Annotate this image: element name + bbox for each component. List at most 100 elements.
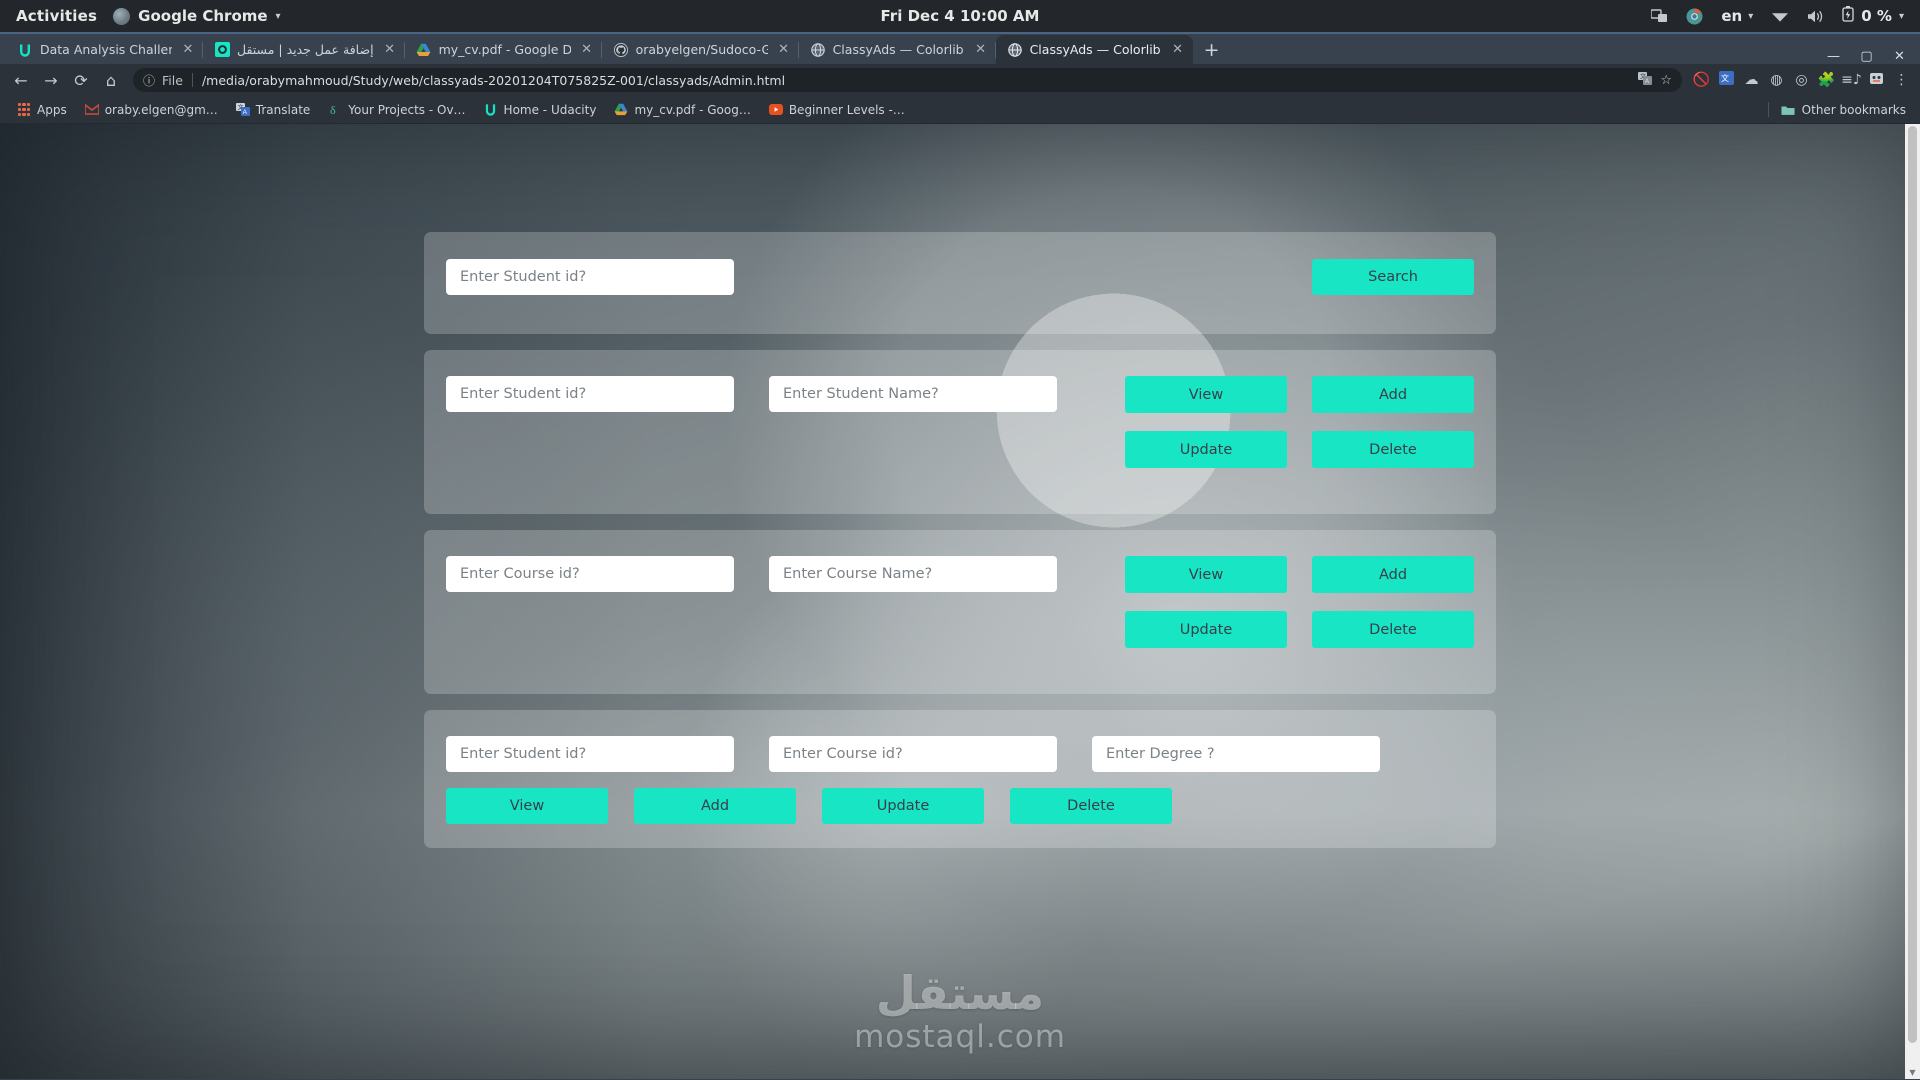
chevron-down-icon: ▾ (275, 10, 281, 22)
bookmark-your-projects[interactable]: δ Your Projects - Ov… (319, 103, 474, 117)
close-icon[interactable]: ✕ (580, 42, 594, 57)
student-crud-panel: View Add Update Delete (424, 350, 1496, 514)
enrollment-view-button[interactable]: View (446, 788, 608, 824)
activities-button[interactable]: Activities (0, 7, 113, 25)
bookmark-label: Apps (37, 102, 67, 117)
browser-tab[interactable]: my_cv.pdf - Google Drive ✕ (405, 35, 602, 64)
student-action-buttons: View Add Update Delete (1125, 376, 1474, 468)
puzzle-extensions-icon[interactable]: 🧩 (1814, 72, 1839, 88)
bookmark-gmail[interactable]: oraby.elgen@gm… (76, 103, 227, 117)
maximize-button[interactable]: ▢ (1850, 49, 1883, 64)
browser-tab[interactable]: Data Analysis Challenger - Uda ✕ (6, 35, 203, 64)
scrollbar-thumb[interactable] (1908, 126, 1917, 1043)
minimize-button[interactable]: — (1817, 49, 1850, 64)
app-menu-button[interactable]: Google Chrome ▾ (113, 7, 281, 25)
enrollment-student-id-input[interactable] (446, 736, 734, 772)
bookmark-label: Your Projects - Ov… (348, 102, 466, 117)
student-id-search-input[interactable] (446, 259, 734, 295)
student-add-button[interactable]: Add (1312, 376, 1474, 413)
udacity-icon (484, 103, 498, 117)
google-drive-icon (416, 42, 432, 58)
close-icon[interactable]: ✕ (181, 42, 195, 57)
student-update-button[interactable]: Update (1125, 431, 1287, 468)
url-scheme-label: File (162, 72, 183, 88)
course-delete-button[interactable]: Delete (1312, 611, 1474, 648)
bookmarks-bar: Apps oraby.elgen@gm… 文A Translate δ Your… (0, 96, 1920, 124)
close-icon[interactable]: ✕ (1171, 42, 1185, 57)
browser-tab[interactable]: إضافة عمل جديد | مستقل ✕ (203, 35, 405, 64)
close-window-button[interactable]: ✕ (1883, 49, 1916, 64)
student-delete-button[interactable]: Delete (1312, 431, 1474, 468)
star-icon[interactable]: ☆ (1660, 73, 1672, 88)
bookmark-label: Beginner Levels -… (788, 102, 905, 117)
course-crud-panel: View Add Update Delete (424, 530, 1496, 694)
translate-icon[interactable]: 文A (1638, 71, 1653, 89)
profile-avatar-icon[interactable] (1864, 70, 1889, 90)
gnome-top-bar: Activities Google Chrome ▾ Fri Dec 4 10:… (0, 0, 1920, 34)
screen-share-icon[interactable] (1651, 8, 1668, 24)
bookmark-translate[interactable]: 文A Translate (227, 103, 320, 117)
course-name-input[interactable] (769, 556, 1057, 592)
chrome-tray-icon[interactable] (1686, 8, 1703, 25)
close-icon[interactable]: ✕ (777, 42, 791, 57)
google-drive-icon (614, 103, 628, 117)
bookmark-udacity[interactable]: Home - Udacity (475, 103, 606, 117)
other-bookmarks-button[interactable]: Other bookmarks (1767, 102, 1912, 117)
course-id-input[interactable] (446, 556, 734, 592)
close-icon[interactable]: ✕ (383, 42, 397, 57)
browser-tab-active[interactable]: ClassyAds — Colorlib Website ✕ (995, 35, 1193, 64)
browser-tab[interactable]: ClassyAds — Colorlib Website ✕ (799, 35, 996, 64)
svg-text:δ: δ (330, 103, 336, 116)
enrollment-update-button[interactable]: Update (822, 788, 984, 824)
bookmark-label: oraby.elgen@gm… (104, 102, 218, 117)
arrow-back-icon[interactable]: ← (6, 71, 36, 90)
bookmark-my-cv[interactable]: my_cv.pdf - Goog… (605, 103, 759, 117)
course-view-button[interactable]: View (1125, 556, 1287, 593)
browser-tab[interactable]: orabyelgen/Sudoco-Game ✕ (602, 35, 799, 64)
close-icon[interactable]: ✕ (974, 42, 988, 57)
globe-icon (810, 42, 826, 58)
student-id-input[interactable] (446, 376, 734, 412)
language-indicator[interactable]: en ▾ (1721, 7, 1753, 25)
battery-icon (1842, 6, 1854, 26)
address-bar[interactable]: ⓘ File /media/orabymahmoud/Study/web/cla… (133, 68, 1682, 92)
grammarly-icon[interactable]: ◍ (1764, 72, 1789, 88)
volume-icon[interactable] (1807, 9, 1824, 24)
reading-list-icon[interactable]: ≡♪ (1839, 72, 1864, 88)
enrollment-degree-input[interactable] (1092, 736, 1380, 772)
enrollment-add-button[interactable]: Add (634, 788, 796, 824)
translate-extension-icon[interactable]: 文 (1714, 71, 1739, 89)
svg-text:A: A (1645, 79, 1649, 85)
course-add-button[interactable]: Add (1312, 556, 1474, 593)
extension-blocked-icon[interactable]: 🚫 (1689, 72, 1714, 88)
bookmark-apps[interactable]: Apps (8, 103, 76, 117)
chevron-down-icon: ▾ (1898, 10, 1904, 22)
new-tab-button[interactable]: + (1193, 41, 1231, 64)
globe-icon (1007, 42, 1023, 58)
scroll-down-arrow[interactable]: ▼ (1905, 1068, 1920, 1077)
arrow-forward-icon[interactable]: → (36, 71, 66, 90)
student-name-input[interactable] (769, 376, 1057, 412)
cloud-icon[interactable]: ☁ (1739, 72, 1764, 88)
chrome-menu-icon[interactable]: ⋮ (1889, 72, 1914, 88)
script-icon: δ (328, 103, 342, 117)
enrollment-course-id-input[interactable] (769, 736, 1057, 772)
course-update-button[interactable]: Update (1125, 611, 1287, 648)
home-icon[interactable]: ⌂ (96, 71, 126, 90)
search-student-panel: Search (424, 232, 1496, 334)
video-downloader-icon[interactable]: ◎ (1789, 72, 1814, 88)
reload-icon[interactable]: ⟳ (66, 71, 96, 90)
search-button[interactable]: Search (1312, 259, 1474, 295)
page-info-icon[interactable]: ⓘ (143, 72, 155, 89)
enrollment-delete-button[interactable]: Delete (1010, 788, 1172, 824)
wifi-icon[interactable] (1771, 10, 1789, 23)
udacity-icon (17, 42, 33, 58)
clock[interactable]: Fri Dec 4 10:00 AM (0, 7, 1920, 25)
course-action-buttons: View Add Update Delete (1125, 556, 1474, 648)
bookmark-beginner-levels[interactable]: Beginner Levels -… (760, 103, 914, 117)
google-translate-icon: 文A (235, 103, 250, 117)
battery-indicator[interactable]: 0 % ▾ (1842, 6, 1904, 26)
student-view-button[interactable]: View (1125, 376, 1287, 413)
github-icon (613, 42, 629, 58)
page-scrollbar[interactable]: ▲ ▼ (1905, 124, 1920, 1079)
